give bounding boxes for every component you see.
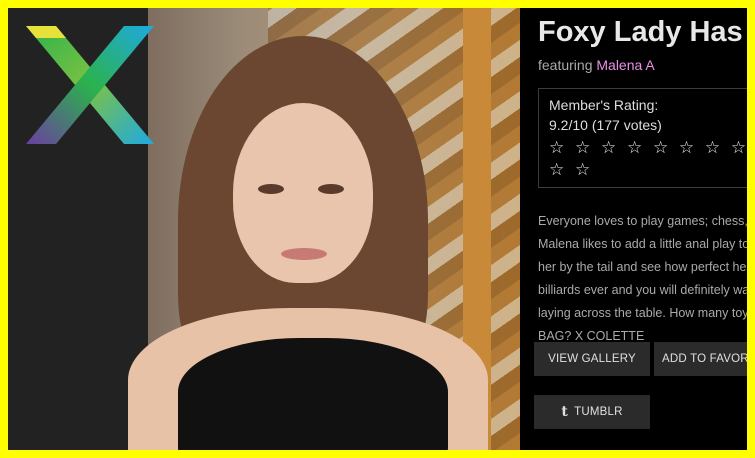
page-frame: Foxy Lady Has featuring Malena A Member'…: [8, 8, 747, 450]
tumblr-share-button[interactable]: t TUMBLR: [534, 395, 650, 429]
star-icon[interactable]: ☆: [653, 138, 671, 157]
tumblr-icon: t: [561, 404, 569, 420]
model-link[interactable]: Malena A: [596, 57, 654, 73]
star-icon[interactable]: ☆: [627, 138, 645, 157]
star-icon[interactable]: ☆: [549, 160, 567, 179]
featuring-line: featuring Malena A: [538, 57, 655, 73]
description-line: billiards ever and you will definitely w…: [538, 283, 747, 297]
description-line: her by the tail and see how perfect her …: [538, 260, 747, 274]
description-line: Everyone loves to play games; chess, c: [538, 214, 747, 228]
rating-value: 9.2/10 (177 votes): [549, 117, 662, 133]
star-icon[interactable]: ☆: [601, 138, 619, 157]
rating-box: Member's Rating: 9.2/10 (177 votes) ☆ ☆ …: [538, 88, 747, 188]
add-to-favorites-button[interactable]: ADD TO FAVORITE: [654, 342, 747, 376]
hero-figure-lips: [281, 248, 327, 260]
rating-stars: ☆ ☆ ☆ ☆ ☆ ☆ ☆ ☆ ☆ ☆: [549, 137, 747, 181]
view-gallery-button[interactable]: VIEW GALLERY: [534, 342, 650, 376]
tumblr-label: TUMBLR: [574, 406, 623, 418]
scene-title: Foxy Lady Has: [538, 16, 743, 48]
description-line: laying across the table. How many toys: [538, 306, 747, 320]
rating-label: Member's Rating:: [549, 97, 659, 113]
description-line: Malena likes to add a little anal play t…: [538, 237, 747, 251]
scene-description: Everyone loves to play games; chess, c M…: [538, 210, 747, 348]
star-icon[interactable]: ☆: [549, 138, 567, 157]
star-icon[interactable]: ☆: [679, 138, 697, 157]
star-icon[interactable]: ☆: [575, 160, 593, 179]
hero-image[interactable]: [8, 8, 520, 450]
hero-figure-top: [178, 338, 448, 450]
star-icon[interactable]: ☆: [575, 138, 593, 157]
x-logo-icon[interactable]: [26, 26, 154, 144]
hero-figure-eye-right: [318, 184, 344, 194]
scene-info-panel: Foxy Lady Has featuring Malena A Member'…: [520, 8, 747, 450]
star-icon[interactable]: ☆: [705, 138, 723, 157]
hero-figure-eye-left: [258, 184, 284, 194]
featuring-label: featuring: [538, 57, 597, 73]
star-icon[interactable]: ☆: [731, 138, 747, 157]
